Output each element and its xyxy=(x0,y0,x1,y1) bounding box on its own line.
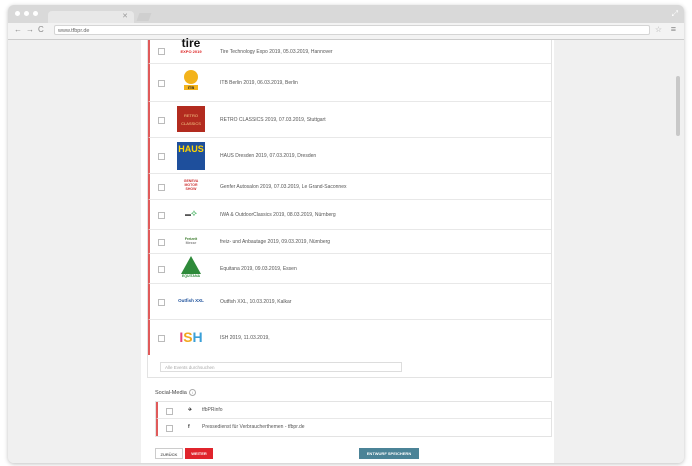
scrollbar[interactable] xyxy=(676,76,680,136)
event-checkbox[interactable] xyxy=(158,48,165,55)
back-button[interactable]: ZURÜCK xyxy=(155,448,183,459)
social-media-label: Social-Media xyxy=(155,390,187,396)
reload-icon[interactable]: C xyxy=(38,25,44,34)
facebook-icon: f xyxy=(188,424,190,430)
outfish-logo: Outfish XXL xyxy=(178,298,204,303)
retro-classics-logo: RETRO CLASSICS xyxy=(174,106,208,132)
info-icon[interactable]: i xyxy=(188,389,196,396)
social-checkbox[interactable] xyxy=(166,425,173,432)
fullscreen-icon[interactable]: ⤢ xyxy=(672,9,678,19)
event-row[interactable]: ITB ITB Berlin 2019, 06.03.2019, Berlin xyxy=(148,64,551,102)
equitana-logo: EQUITANA xyxy=(174,256,208,278)
social-row-facebook[interactable]: f Pressedienst für Verbraucherthemen - t… xyxy=(156,419,551,436)
event-checkbox[interactable] xyxy=(158,117,165,124)
back-icon[interactable]: ← xyxy=(14,25,22,34)
event-row[interactable]: EQUITANA Equitana 2019, 09.03.2019, Esse… xyxy=(148,254,551,284)
freizeit-messe-logo: Freizeit Messe xyxy=(184,237,198,245)
event-label: freiz- und Anbautage 2019, 09.03.2019, N… xyxy=(220,239,331,245)
event-row[interactable]: GENEVA MOTOR SHOW Genfer Autosalon 2019, 0… xyxy=(148,174,551,200)
social-media-heading: Social-Media i xyxy=(155,389,196,396)
menu-icon[interactable]: ≡ xyxy=(671,24,676,34)
close-dot[interactable] xyxy=(15,11,20,16)
itb-logo: ITB xyxy=(174,70,208,90)
event-checkbox[interactable] xyxy=(158,239,165,246)
social-checkbox[interactable] xyxy=(166,408,173,415)
event-label: HAUS Dresden 2019, 07.03.2019, Dresden xyxy=(220,153,317,159)
event-label: Tire Technology Expo 2019, 05.03.2019, H… xyxy=(220,49,333,55)
nav-buttons: ← → C xyxy=(14,25,44,34)
event-row[interactable]: ▬⟡ IWA & OutdoorClassics 2019, 08.03.201… xyxy=(148,200,551,230)
event-label: ISH 2019, 11.03.2019, xyxy=(220,335,270,341)
social-label: tfbPRinfo xyxy=(202,407,223,413)
event-checkbox[interactable] xyxy=(158,335,165,342)
browser-tab[interactable]: ✕ xyxy=(48,11,134,23)
event-row[interactable]: ISH ISH 2019, 11.03.2019, xyxy=(148,320,551,355)
event-label: Equitana 2019, 09.03.2019, Essen xyxy=(220,266,297,272)
forward-icon[interactable]: → xyxy=(26,25,34,34)
new-tab-button[interactable] xyxy=(136,13,152,21)
event-label: RETRO CLASSICS 2019, 07.03.2019, Stuttga… xyxy=(220,117,326,123)
event-checkbox[interactable] xyxy=(158,212,165,219)
event-row[interactable]: Outfish XXL Outfish XXL, 10.03.2019, Kal… xyxy=(148,284,551,320)
bookmark-star-icon[interactable]: ☆ xyxy=(655,25,662,34)
event-label: Outfish XXL, 10.03.2019, Kalkar xyxy=(220,299,292,305)
twitter-icon: ✈ xyxy=(188,407,193,413)
event-label: Genfer Autosalon 2019, 07.03.2019, Le Gr… xyxy=(220,184,347,190)
event-label: IWA & OutdoorClassics 2019, 08.03.2019, … xyxy=(220,212,336,218)
page-content: tire EXPO 2019 Tire Technology Expo 2019… xyxy=(141,36,554,463)
next-button[interactable]: WEITER xyxy=(185,448,213,459)
event-row[interactable]: HAUS HAUS Dresden 2019, 07.03.2019, Dres… xyxy=(148,138,551,174)
address-bar[interactable]: www.tfbpr.de xyxy=(54,25,650,35)
event-checkbox[interactable] xyxy=(158,266,165,273)
save-draft-button[interactable]: ENTWURF SPEICHERN xyxy=(359,448,419,459)
social-row-twitter[interactable]: ✈ tfbPRinfo xyxy=(156,402,551,419)
event-checkbox[interactable] xyxy=(158,80,165,87)
minimize-dot[interactable] xyxy=(24,11,29,16)
title-bar: ✕ ⤢ xyxy=(8,5,684,23)
browser-window: ✕ ⤢ ← → C www.tfbpr.de ☆ ≡ tire EXPO 201… xyxy=(8,5,684,463)
ish-logo: ISH xyxy=(179,329,203,345)
event-checkbox[interactable] xyxy=(158,184,165,191)
social-media-list: ✈ tfbPRinfo f Pressedienst für Verbrauch… xyxy=(155,401,552,437)
tire-expo-logo: tire EXPO 2019 xyxy=(180,36,202,54)
social-label: Pressedienst für Verbraucherthemen - tfb… xyxy=(202,424,305,430)
window-dots xyxy=(15,11,38,16)
iwa-logo: ▬⟡ xyxy=(185,208,197,218)
maximize-dot[interactable] xyxy=(33,11,38,16)
event-checkbox[interactable] xyxy=(158,153,165,160)
event-label: ITB Berlin 2019, 06.03.2019, Berlin xyxy=(220,80,298,86)
haus-logo: HAUS xyxy=(174,142,208,170)
tab-close-icon[interactable]: ✕ xyxy=(122,12,128,20)
viewport: tire EXPO 2019 Tire Technology Expo 2019… xyxy=(8,36,684,463)
geneva-motor-show-logo: GENEVA MOTOR SHOW xyxy=(183,179,199,191)
browser-toolbar: ← → C www.tfbpr.de ☆ ≡ xyxy=(8,23,684,40)
event-row[interactable]: Freizeit Messe freiz- und Anbautage 2019,… xyxy=(148,230,551,254)
event-row[interactable]: tire EXPO 2019 Tire Technology Expo 2019… xyxy=(148,36,551,64)
event-list: tire EXPO 2019 Tire Technology Expo 2019… xyxy=(147,36,552,378)
event-checkbox[interactable] xyxy=(158,299,165,306)
event-search-input[interactable]: Alle Events durchsuchen xyxy=(160,362,402,372)
event-row[interactable]: RETRO CLASSICS RETRO CLASSICS 2019, 07.03… xyxy=(148,102,551,138)
